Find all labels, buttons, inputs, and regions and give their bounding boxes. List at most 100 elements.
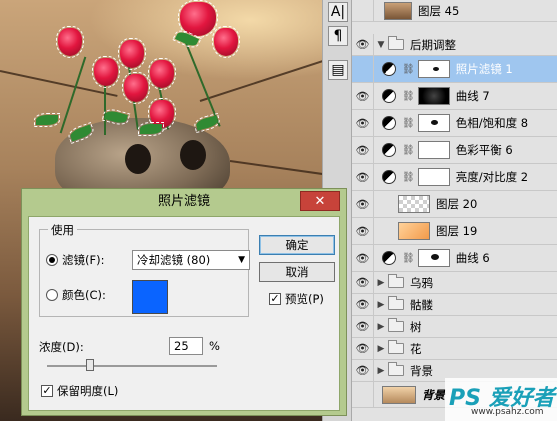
preserve-luminosity-checkbox[interactable]: ✓ (41, 385, 53, 397)
filter-radio[interactable] (46, 254, 58, 266)
preview-label: 预览(P) (285, 292, 324, 306)
layer-name: 图层 45 (418, 3, 460, 18)
link-icon: ⛓ (402, 144, 415, 156)
ok-button[interactable]: 确定 (259, 235, 335, 255)
layer-name: 曲线 6 (455, 251, 490, 265)
layer-thumbnail (398, 222, 430, 240)
eye-icon[interactable]: 👁 (352, 34, 374, 55)
mask-thumbnail[interactable] (417, 87, 450, 105)
layer-row[interactable]: 👁 图层 19 (352, 218, 557, 245)
layer-row[interactable]: 👁 ⛓ 色相/饱和度 8 (352, 110, 557, 137)
rose (178, 0, 218, 38)
rose (212, 26, 240, 58)
leaf (138, 122, 164, 136)
expand-arrow-icon[interactable]: ▶ (374, 344, 388, 354)
visibility-toggle[interactable] (352, 56, 374, 82)
rose-stem (59, 56, 87, 134)
expand-arrow-icon[interactable]: ▶ (374, 300, 388, 310)
eye-icon[interactable]: 👁 (352, 191, 374, 217)
filter-select[interactable]: 冷却滤镜 (80) ▼ (132, 250, 250, 270)
layer-row[interactable]: 👁 ⛓ 曲线 6 (352, 245, 557, 272)
panel-menu-button[interactable]: ▤ (328, 60, 348, 80)
panel-icon: ▤ (331, 62, 345, 78)
group-name: 背景 (410, 363, 433, 378)
adjustment-icon (382, 251, 396, 265)
check-icon: ✓ (270, 292, 280, 305)
layer-row[interactable]: 👁 ⛓ 曲线 7 (352, 83, 557, 110)
link-icon: ⛓ (402, 252, 415, 264)
group-row[interactable]: 👁 ▼ 后期调整 (352, 34, 557, 56)
layer-row[interactable]: 👁 ⛓ 亮度/对比度 2 (352, 164, 557, 191)
watermark: PS 爱好者 www.psahz.com (445, 378, 557, 421)
density-input[interactable]: 25 (169, 337, 203, 355)
eye-icon[interactable]: 👁 (352, 164, 374, 190)
mask-thumbnail[interactable] (417, 168, 450, 186)
layer-row[interactable]: 图层 45 (352, 0, 557, 22)
expand-arrow-icon[interactable]: ▶ (374, 366, 388, 376)
eye-icon[interactable]: 👁 (352, 272, 374, 293)
layer-name: 图层 20 (436, 197, 478, 211)
layer-name: 色彩平衡 6 (455, 143, 513, 157)
layer-thumbnail (384, 1, 412, 20)
use-group-legend: 使用 (48, 222, 77, 238)
skull-eye (125, 144, 151, 174)
eye-icon[interactable]: 👁 (352, 110, 374, 136)
preview-checkbox[interactable]: ✓ (269, 293, 281, 305)
chevron-down-icon: ▼ (238, 255, 245, 265)
group-name: 树 (410, 319, 422, 334)
eye-icon[interactable]: 👁 (352, 360, 374, 381)
layer-row-selected[interactable]: ⛓ 照片滤镜 1 (352, 56, 557, 83)
eye-icon[interactable]: 👁 (352, 83, 374, 109)
color-radio[interactable] (46, 289, 58, 301)
eye-icon[interactable]: 👁 (352, 218, 374, 244)
rose (92, 56, 120, 88)
eye-icon[interactable]: 👁 (352, 137, 374, 163)
density-slider-thumb[interactable] (85, 359, 94, 371)
group-name: 骷髅 (410, 297, 433, 312)
density-unit: % (209, 339, 220, 353)
adjustment-icon (382, 116, 396, 130)
layer-name: 曲线 7 (455, 89, 490, 103)
eye-icon[interactable]: 👁 (352, 245, 374, 271)
eye-icon[interactable]: 👁 (352, 294, 374, 315)
expand-arrow-icon[interactable]: ▶ (374, 322, 388, 332)
character-panel-button[interactable]: A| (328, 2, 348, 22)
rose (122, 72, 150, 104)
rose (56, 26, 84, 58)
ground-crack (229, 160, 322, 176)
paragraph-panel-button[interactable]: ¶ (328, 26, 348, 46)
eye-icon[interactable]: 👁 (352, 338, 374, 359)
filter-label: 滤镜(F): (62, 253, 105, 267)
visibility-toggle[interactable] (352, 382, 374, 407)
expand-arrow-icon[interactable]: ▼ (374, 40, 388, 50)
group-row[interactable]: 👁 ▶ 花 (352, 338, 557, 360)
adjustment-icon (382, 89, 396, 103)
mask-thumbnail[interactable] (417, 60, 450, 78)
layer-row[interactable]: 👁 图层 20 (352, 191, 557, 218)
cancel-button[interactable]: 取消 (259, 262, 335, 282)
group-row[interactable]: 👁 ▶ 乌鸦 (352, 272, 557, 294)
eye-icon[interactable]: 👁 (352, 316, 374, 337)
adjustment-icon (382, 170, 396, 184)
link-icon: ⛓ (402, 90, 415, 102)
color-swatch[interactable] (132, 280, 168, 314)
close-button[interactable]: ✕ (300, 191, 340, 211)
expand-arrow-icon[interactable]: ▶ (374, 278, 388, 288)
layer-row[interactable]: 👁 ⛓ 色彩平衡 6 (352, 137, 557, 164)
photo-filter-dialog: 照片滤镜 ✕ 使用 滤镜(F): 冷却滤镜 (80) ▼ 颜色(C): 确定 取… (21, 188, 347, 416)
density-slider[interactable] (47, 359, 217, 371)
group-name: 花 (410, 341, 422, 356)
visibility-toggle[interactable] (352, 0, 374, 21)
folder-icon (388, 340, 404, 354)
link-icon: ⛓ (402, 63, 415, 75)
leaf (34, 113, 60, 127)
folder-icon (388, 274, 404, 288)
mask-thumbnail[interactable] (417, 114, 450, 132)
group-row[interactable]: 👁 ▶ 树 (352, 316, 557, 338)
watermark-url: www.psahz.com (471, 407, 544, 417)
rose (148, 58, 176, 90)
mask-thumbnail[interactable] (417, 249, 450, 267)
group-row[interactable]: 👁 ▶ 骷髅 (352, 294, 557, 316)
folder-icon (388, 296, 404, 310)
mask-thumbnail[interactable] (417, 141, 450, 159)
